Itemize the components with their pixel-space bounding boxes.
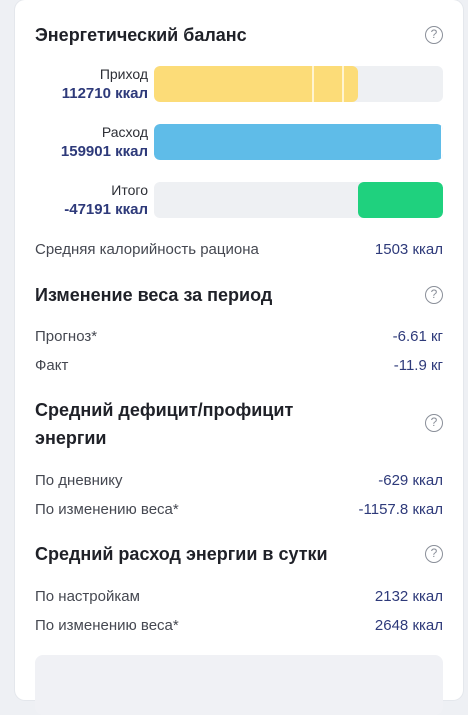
daily-expense-title: Средний расход энергии в сутки xyxy=(35,544,328,564)
deficit-diary-row: По дневнику -629 ккал xyxy=(35,471,443,491)
expense-bar-fill xyxy=(154,124,443,160)
income-value: 112710 ккал xyxy=(61,85,148,102)
income-label: Приход 112710 ккал xyxy=(35,65,148,103)
weight-change-header: Изменение веса за период ? xyxy=(35,281,443,309)
help-icon[interactable]: ? xyxy=(425,26,443,44)
fact-label: Факт xyxy=(35,357,69,374)
avg-calorie-value: 1503 ккал xyxy=(374,241,443,258)
deficit-header: Средний дефицит/профицит энергии ? xyxy=(35,396,443,452)
income-bar-segment-divider xyxy=(342,66,344,102)
expense-row: Расход 159901 ккал xyxy=(35,123,443,163)
help-icon[interactable]: ? xyxy=(425,414,443,432)
fact-value: -11.9 кг xyxy=(393,357,443,374)
expense-bar-edge xyxy=(441,124,443,160)
help-icon[interactable]: ? xyxy=(425,286,443,304)
daily-weight-value: 2648 ккал xyxy=(374,617,443,634)
total-bar-track xyxy=(154,182,443,218)
deficit-diary-value: -629 ккал xyxy=(378,472,443,489)
total-name: Итого xyxy=(111,182,148,198)
total-bar-fill xyxy=(357,182,443,218)
deficit-diary-label: По дневнику xyxy=(35,472,123,489)
expense-name: Расход xyxy=(101,124,148,140)
daily-expense-header: Средний расход энергии в сутки ? xyxy=(35,540,443,568)
forecast-value: -6.61 кг xyxy=(392,328,443,345)
total-label: Итого -47191 ккал xyxy=(35,181,148,219)
income-bar-track xyxy=(154,66,443,102)
income-bar-segment-divider xyxy=(312,66,314,102)
forecast-row: Прогноз* -6.61 кг xyxy=(35,327,443,347)
daily-settings-label: По настройкам xyxy=(35,588,140,605)
fact-row: Факт -11.9 кг xyxy=(35,356,443,376)
weight-change-title: Изменение веса за период xyxy=(35,285,273,305)
daily-settings-row: По настройкам 2132 ккал xyxy=(35,587,443,607)
stats-card: Энергетический баланс ? Приход 112710 кк… xyxy=(15,0,463,715)
energy-balance-title: Энергетический баланс xyxy=(35,25,247,45)
help-icon[interactable]: ? xyxy=(425,545,443,563)
footnote-box xyxy=(35,655,443,715)
energy-balance-header: Энергетический баланс ? xyxy=(35,21,443,49)
deficit-weight-label: По изменению веса* xyxy=(35,501,179,518)
daily-settings-value: 2132 ккал xyxy=(374,588,443,605)
deficit-title-line1: Средний дефицит/профицит xyxy=(35,400,294,420)
deficit-title: Средний дефицит/профицит энергии xyxy=(35,396,293,452)
avg-calorie-row: Средняя калорийность рациона 1503 ккал xyxy=(35,240,443,260)
expense-label: Расход 159901 ккал xyxy=(35,123,148,161)
deficit-weight-value: -1157.8 ккал xyxy=(358,501,443,518)
expense-value: 159901 ккал xyxy=(60,143,148,160)
income-bar-fill xyxy=(154,66,358,102)
income-row: Приход 112710 ккал xyxy=(35,65,443,105)
income-name: Приход xyxy=(99,66,148,82)
total-value: -47191 ккал xyxy=(64,201,148,218)
total-row: Итого -47191 ккал xyxy=(35,181,443,221)
deficit-title-line2: энергии xyxy=(35,428,107,448)
deficit-weight-row: По изменению веса* -1157.8 ккал xyxy=(35,500,443,520)
daily-weight-row: По изменению веса* 2648 ккал xyxy=(35,616,443,636)
forecast-label: Прогноз* xyxy=(35,328,98,345)
avg-calorie-label: Средняя калорийность рациона xyxy=(35,241,259,258)
expense-bar-track xyxy=(154,124,443,160)
daily-weight-label: По изменению веса* xyxy=(35,617,179,634)
